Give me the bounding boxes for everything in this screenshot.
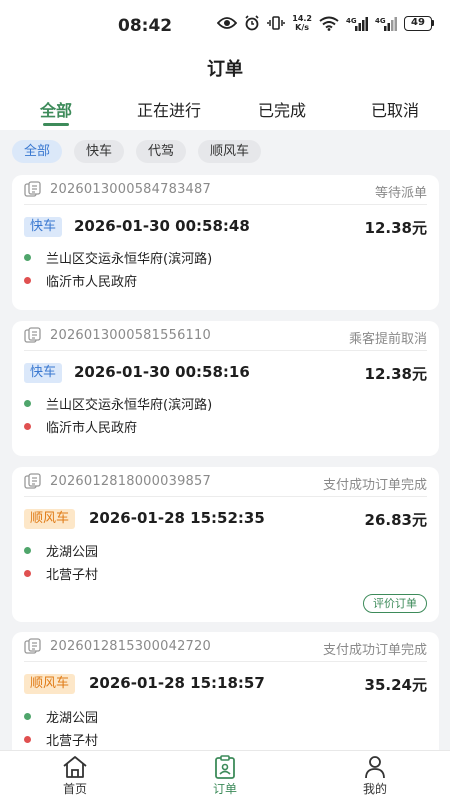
tab-in-progress[interactable]: 正在进行 (137, 97, 201, 121)
order-time: 2026-01-30 00:58:16 (74, 363, 250, 381)
order-status: 支付成功订单完成 (322, 478, 427, 493)
tab-indicator (43, 123, 69, 126)
bottom-nav: 首页 订单 我的 (0, 750, 450, 800)
order-price: 26.83元 (364, 511, 427, 529)
start-address: 龙湖公园 (24, 541, 98, 560)
ride-type-tag: 快车 (24, 363, 63, 383)
filter-chips: 全部 快车 代驾 顺风车 (12, 140, 262, 163)
nav-profile[interactable]: 我的 (363, 755, 387, 797)
status-tabs: 全部 正在进行 已完成 已取消 (0, 97, 450, 130)
home-icon (63, 756, 87, 778)
order-time: 2026-01-28 15:52:35 (89, 509, 265, 527)
signal-icon-2: 4G (375, 16, 397, 31)
end-address: 北营子村 (24, 564, 98, 583)
order-card-header: 2026012815300042720 支付成功订单完成 (24, 632, 427, 662)
svg-text:4G: 4G (375, 17, 386, 25)
start-dot (24, 713, 31, 720)
end-dot (24, 570, 31, 577)
top-area: 08:42 14.2 K/s 4G 4G 49 订单 全部 正在进行 已完成 已… (0, 0, 450, 130)
filter-designated-driver[interactable]: 代驾 (136, 140, 187, 163)
end-dot (24, 277, 31, 284)
order-price: 12.38元 (364, 219, 427, 237)
alarm-icon (245, 15, 259, 31)
wifi-icon (319, 16, 339, 31)
ride-type-tag: 快车 (24, 217, 63, 237)
order-card[interactable]: 2026012815300042720 支付成功订单完成 顺风车 2026-01… (12, 632, 439, 767)
tab-cancelled[interactable]: 已取消 (371, 97, 419, 121)
battery-icon: 49 (404, 15, 434, 31)
order-number: 2026012815300042720 (50, 639, 211, 654)
start-dot (24, 254, 31, 261)
order-time: 2026-01-28 15:18:57 (89, 674, 265, 692)
start-dot (24, 547, 31, 554)
start-address: 兰山区交运永恒华府(滨河路) (24, 394, 212, 413)
vibrate-icon (267, 16, 285, 30)
order-doc-icon (24, 638, 41, 654)
order-number: 2026013000584783487 (50, 182, 211, 197)
filter-all[interactable]: 全部 (12, 140, 63, 163)
nav-orders[interactable]: 订单 (213, 755, 237, 797)
order-card-header: 2026013000584783487 等待派单 (24, 175, 427, 205)
order-doc-icon (24, 473, 41, 489)
rate-order-button[interactable]: 评价订单 (363, 594, 427, 613)
status-icons: 14.2 K/s 4G 4G 49 (217, 14, 434, 32)
filter-express[interactable]: 快车 (74, 140, 125, 163)
order-number: 2026013000581556110 (50, 328, 211, 343)
order-status: 支付成功订单完成 (322, 643, 427, 658)
order-card[interactable]: 2026013000584783487 等待派单 快车 2026-01-30 0… (12, 175, 439, 310)
end-address: 北营子村 (24, 730, 98, 749)
order-number: 2026012818000039857 (50, 474, 211, 489)
order-doc-icon (24, 327, 41, 343)
start-address: 兰山区交运永恒华府(滨河路) (24, 248, 212, 267)
order-doc-icon (24, 181, 41, 197)
order-status: 乘客提前取消 (348, 332, 427, 347)
user-icon (365, 756, 385, 779)
end-address: 临沂市人民政府 (24, 271, 137, 290)
end-dot (24, 423, 31, 430)
order-card[interactable]: 2026012818000039857 支付成功订单完成 顺风车 2026-01… (12, 467, 439, 622)
order-status: 等待派单 (374, 186, 427, 201)
tab-completed[interactable]: 已完成 (258, 97, 306, 121)
nav-home[interactable]: 首页 (62, 755, 88, 797)
signal-icon: 4G (346, 16, 368, 31)
eye-icon (217, 17, 238, 29)
page-title: 订单 (207, 59, 243, 80)
tab-all[interactable]: 全部 (40, 97, 72, 121)
svg-text:4G: 4G (346, 17, 357, 25)
order-card-header: 2026012818000039857 支付成功订单完成 (24, 467, 427, 497)
order-price: 35.24元 (364, 676, 427, 694)
status-time: 08:42 (118, 16, 173, 36)
start-address: 龙湖公园 (24, 707, 98, 726)
order-icon (215, 755, 235, 779)
order-card-header: 2026013000581556110 乘客提前取消 (24, 321, 427, 351)
filter-carpool[interactable]: 顺风车 (198, 140, 262, 163)
end-dot (24, 736, 31, 743)
ride-type-tag: 顺风车 (24, 674, 76, 694)
start-dot (24, 400, 31, 407)
order-price: 12.38元 (364, 365, 427, 383)
order-time: 2026-01-30 00:58:48 (74, 217, 250, 235)
end-address: 临沂市人民政府 (24, 417, 137, 436)
net-speed: 14.2 K/s (292, 14, 312, 32)
ride-type-tag: 顺风车 (24, 509, 76, 529)
status-bar: 08:42 14.2 K/s 4G 4G 49 (0, 0, 450, 52)
order-card[interactable]: 2026013000581556110 乘客提前取消 快车 2026-01-30… (12, 321, 439, 456)
